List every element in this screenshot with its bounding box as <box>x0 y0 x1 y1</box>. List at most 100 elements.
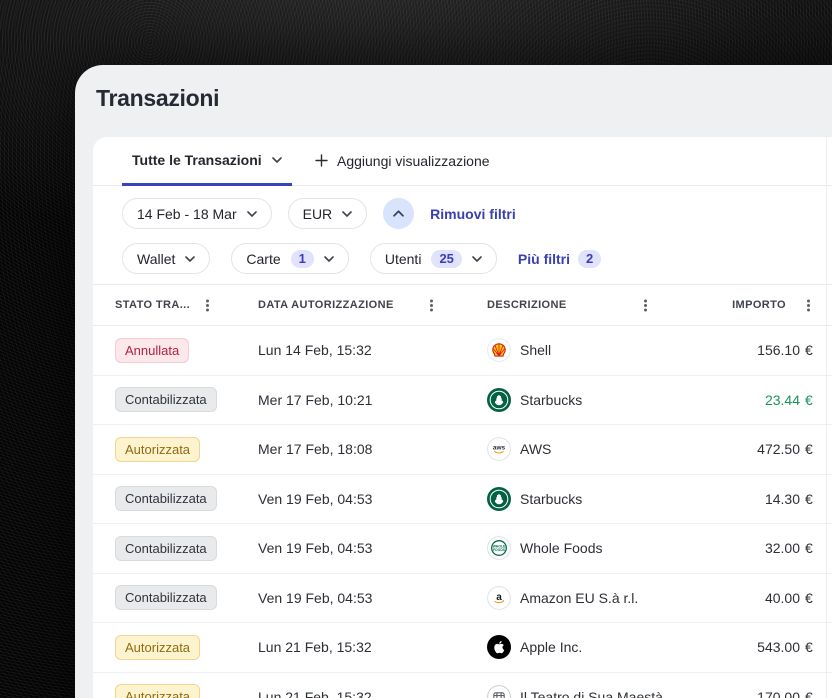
users-filter[interactable]: Utenti 25 <box>369 243 497 274</box>
transaction-date: Lun 21 Feb, 15:32 <box>258 688 372 698</box>
amount-cell: 14.30 € <box>677 491 816 507</box>
description-cell: Apple Inc. <box>463 635 677 660</box>
merchant-name: Shell <box>520 342 552 359</box>
amount-cell: 543.00 € <box>677 639 816 655</box>
page-title: Transazioni <box>96 85 220 111</box>
currency-symbol: € <box>805 342 813 359</box>
table-header: STATO TRA... DATA AUTORIZZAZIONE DESCRIZ… <box>93 284 832 326</box>
header-auth-date-label: DATA AUTORIZZAZIONE <box>258 299 394 311</box>
status-badge: Contabilizzata <box>115 486 217 512</box>
transaction-amount: 156.10 <box>757 342 800 359</box>
starbucks-icon <box>487 387 511 412</box>
amount-cell: 32.00 € <box>677 540 816 556</box>
more-filters-count-badge: 2 <box>578 249 602 268</box>
status-badge: Annullata <box>115 337 190 363</box>
currency-symbol: € <box>805 490 813 507</box>
more-filters-label: Più filtri <box>517 250 571 267</box>
status-cell: Autorizzata <box>93 634 239 660</box>
wallet-filter[interactable]: Wallet <box>122 243 211 274</box>
transaction-amount: 32.00 <box>764 540 800 557</box>
tab-all-transactions[interactable]: Tutte le Transazioni <box>122 137 292 186</box>
column-menu-icon[interactable] <box>637 297 653 313</box>
description-cell: a Amazon EU S.à r.l. <box>463 585 677 610</box>
column-menu-icon[interactable] <box>423 297 439 313</box>
starbucks-icon <box>487 486 511 511</box>
description-cell: Shell <box>463 338 677 363</box>
transaction-amount: 170.00 <box>757 688 800 698</box>
transaction-amount: 14.30 <box>764 490 800 507</box>
shell-icon <box>487 338 511 363</box>
header-auth-date: DATA AUTORIZZAZIONE <box>239 297 463 313</box>
header-status: STATO TRA... <box>93 297 239 313</box>
table-row[interactable]: Contabilizzata Ven 19 Feb, 04:53 Starbuc… <box>93 474 832 524</box>
table-row[interactable]: Contabilizzata Mer 17 Feb, 10:21 Starbuc… <box>93 375 832 425</box>
apple-icon <box>487 635 511 660</box>
merchant-name: Whole Foods <box>520 540 603 557</box>
table-row[interactable]: Contabilizzata Ven 19 Feb, 04:53 a Amazo… <box>93 573 832 623</box>
cards-label: Carte <box>246 250 281 267</box>
merchant-name: Apple Inc. <box>520 639 583 656</box>
table-row[interactable]: Autorizzata Lun 21 Feb, 15:32 Apple Inc.… <box>93 623 832 673</box>
amount-cell: 40.00 € <box>677 590 816 606</box>
currency-symbol: € <box>805 540 813 557</box>
view-tabs: Tutte le Transazioni Aggiungi visualizza… <box>93 137 832 186</box>
status-badge: Autorizzata <box>115 684 201 698</box>
users-count-badge: 25 <box>431 249 462 268</box>
transaction-date: Ven 19 Feb, 04:53 <box>258 540 373 557</box>
status-cell: Contabilizzata <box>93 535 239 561</box>
currency-symbol: € <box>805 589 813 606</box>
chevron-down-icon <box>246 210 257 217</box>
status-cell: Autorizzata <box>93 684 239 698</box>
description-cell: aws AWS <box>463 437 677 462</box>
transaction-date: Ven 19 Feb, 04:53 <box>258 589 373 606</box>
wallet-label: Wallet <box>137 250 176 267</box>
currency-filter[interactable]: EUR <box>287 198 368 229</box>
tab-label: Tutte le Transazioni <box>132 152 262 168</box>
status-badge: Contabilizzata <box>115 535 217 561</box>
users-label: Utenti <box>384 250 422 267</box>
status-cell: Annullata <box>93 337 239 363</box>
description-cell: WHOLE FOODS Whole Foods <box>463 536 677 561</box>
status-cell: Contabilizzata <box>93 585 239 611</box>
chevron-up-icon <box>393 210 404 217</box>
date-range-filter[interactable]: 14 Feb - 18 Mar <box>122 198 272 229</box>
table-row[interactable]: Annullata Lun 14 Feb, 15:32 Shell 156.10… <box>93 326 832 376</box>
table-row[interactable]: Autorizzata Lun 21 Feb, 15:32 Il Teatro … <box>93 672 832 698</box>
chevron-down-icon <box>324 255 334 262</box>
header-status-label: STATO TRA... <box>115 299 191 311</box>
transactions-window: Transazioni Tutte le Transazioni Aggiung… <box>75 65 832 698</box>
column-menu-icon[interactable] <box>199 297 215 313</box>
svg-text:aws: aws <box>493 445 506 452</box>
chevron-down-icon <box>271 157 282 163</box>
status-cell: Contabilizzata <box>93 486 239 512</box>
header-amount-label: IMPORTO <box>732 299 786 311</box>
more-filters-button[interactable]: Più filtri 2 <box>517 249 602 268</box>
amazon-icon: a <box>487 585 511 610</box>
add-view-button[interactable]: Aggiungi visualizzazione <box>315 137 490 184</box>
collapse-filters-button[interactable] <box>383 198 415 229</box>
remove-filters-link[interactable]: Rimuovi filtri <box>430 206 516 222</box>
svg-text:FOODS: FOODS <box>493 548 506 552</box>
status-cell: Contabilizzata <box>93 387 239 413</box>
cards-filter[interactable]: Carte 1 <box>231 243 349 274</box>
status-badge: Autorizzata <box>115 436 201 462</box>
column-divider <box>826 137 827 698</box>
header-amount: IMPORTO <box>677 297 816 313</box>
description-cell: Starbucks <box>463 387 677 412</box>
cards-count-badge: 1 <box>290 249 314 268</box>
description-cell: Il Teatro di Sua Maestà <box>463 684 677 698</box>
table-row[interactable]: Contabilizzata Ven 19 Feb, 04:53 WHOLE FO… <box>93 524 832 574</box>
column-menu-icon[interactable] <box>800 297 816 313</box>
currency-symbol: € <box>805 688 813 698</box>
table-body: Annullata Lun 14 Feb, 15:32 Shell 156.10… <box>93 326 832 698</box>
amount-cell: 170.00 € <box>677 689 816 698</box>
table-row[interactable]: Autorizzata Mer 17 Feb, 18:08 aws AWS 47… <box>93 425 832 475</box>
currency-symbol: € <box>805 391 813 408</box>
theater-icon <box>487 684 511 698</box>
aws-icon: aws <box>487 437 511 462</box>
status-cell: Autorizzata <box>93 436 239 462</box>
status-badge: Contabilizzata <box>115 585 217 611</box>
status-badge: Contabilizzata <box>115 387 217 413</box>
merchant-name: Starbucks <box>520 490 583 507</box>
transaction-amount: 543.00 <box>757 639 800 656</box>
